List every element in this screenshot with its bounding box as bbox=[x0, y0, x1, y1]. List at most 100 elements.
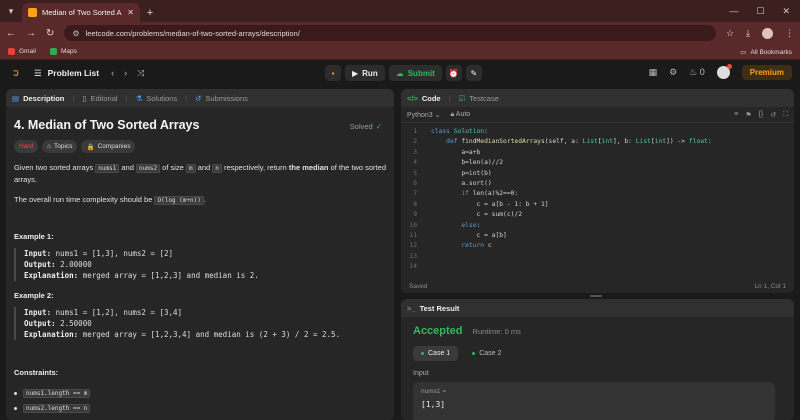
language-select[interactable]: Python3 ⌄ bbox=[407, 111, 441, 119]
pass-dot-icon bbox=[472, 352, 476, 355]
auto-toggle[interactable]: 🔒︎ Auto bbox=[451, 111, 471, 119]
input-label: Input bbox=[413, 370, 429, 377]
problem-list-link[interactable]: ☰ Problem List bbox=[34, 68, 99, 79]
complexity-note: The overall run time complexity should b… bbox=[14, 195, 206, 205]
reset-icon[interactable]: ↺ bbox=[770, 111, 776, 119]
url-text: leetcode.com/problems/median-of-two-sort… bbox=[85, 28, 300, 38]
all-bookmarks-label: All Bookmarks bbox=[750, 48, 792, 56]
problem-list-label: Problem List bbox=[47, 68, 100, 78]
panel-resize-handle[interactable] bbox=[590, 295, 602, 297]
case-tabs: Case 1 Case 2 bbox=[413, 346, 782, 361]
back-icon[interactable]: ← bbox=[6, 28, 16, 39]
code-tabs: </> Code | ☑ Testcase bbox=[401, 89, 794, 107]
shuffle-icon[interactable]: ⤨ bbox=[137, 68, 144, 79]
settings-gear-icon[interactable]: ⚙ bbox=[669, 67, 677, 78]
submit-button[interactable]: ☁ Submit bbox=[388, 65, 442, 81]
saved-status: Saved bbox=[409, 282, 428, 290]
bookmark-icon[interactable]: ⚑ bbox=[745, 111, 751, 119]
list-icon: ☰ bbox=[34, 67, 42, 78]
bookmark-maps[interactable]: Maps bbox=[49, 48, 77, 55]
tab-test-result[interactable]: >_ Test Result bbox=[407, 304, 459, 313]
example-heading: Example 1: bbox=[14, 232, 54, 241]
maps-icon bbox=[49, 48, 57, 55]
layout-icon[interactable]: ▦ bbox=[649, 67, 658, 78]
fire-icon: ♨ bbox=[689, 67, 698, 77]
braces-icon[interactable]: {} bbox=[759, 111, 764, 119]
pass-dot-icon bbox=[421, 352, 424, 355]
tab-testcase[interactable]: ☑ Testcase bbox=[459, 94, 499, 103]
bookmark-gmail[interactable]: Gmail bbox=[8, 48, 36, 55]
address-bar[interactable]: ⚙ leetcode.com/problems/median-of-two-so… bbox=[64, 25, 716, 41]
constraints-section: Constraints: nums1.length == m nums2.len… bbox=[14, 368, 386, 413]
forward-icon[interactable]: → bbox=[26, 28, 36, 39]
terminal-icon: >_ bbox=[407, 303, 416, 313]
tab-search-icon[interactable]: ▾ bbox=[0, 0, 22, 22]
case-2-tab[interactable]: Case 2 bbox=[464, 346, 509, 361]
debug-icon[interactable]: ▪ bbox=[325, 65, 341, 81]
maximize-icon[interactable]: ☐ bbox=[756, 6, 764, 17]
run-button[interactable]: ▶ Run bbox=[345, 65, 385, 81]
notes-icon[interactable]: ✎ bbox=[465, 65, 482, 81]
close-window-icon[interactable]: ✕ bbox=[782, 6, 790, 17]
tab-description[interactable]: ▤ Description bbox=[12, 94, 64, 103]
runtime-text: Runtime: 0 ms bbox=[472, 327, 521, 336]
leetcode-header: ↄ ☰ Problem List ‹ › ⤨ ▪ ▶ Run ☁ Submit … bbox=[0, 60, 800, 86]
tab-editorial[interactable]: ▯ Editorial bbox=[82, 94, 117, 103]
minimize-icon[interactable]: — bbox=[729, 6, 738, 16]
prev-problem-icon[interactable]: ‹ bbox=[111, 68, 114, 79]
profile-avatar[interactable] bbox=[762, 27, 773, 39]
window-controls: — ☐ ✕ bbox=[729, 0, 800, 22]
result-tabs: >_ Test Result bbox=[401, 299, 794, 317]
tab-label: Submissions bbox=[205, 93, 248, 103]
site-info-icon[interactable]: ⚙ bbox=[72, 29, 79, 38]
tab-label: Solutions bbox=[146, 93, 178, 103]
example-1: Example 1: Input: nums1 = [1,3], nums2 =… bbox=[14, 232, 386, 281]
tab-code[interactable]: </> Code bbox=[407, 94, 441, 103]
reload-icon[interactable]: ↻ bbox=[46, 28, 54, 39]
browser-tab[interactable]: Median of Two Sorted Arrays - ✕ bbox=[22, 3, 140, 22]
difficulty-badge: Hard bbox=[14, 140, 39, 153]
tag-icon: ⌂ bbox=[47, 143, 52, 150]
menu-icon[interactable]: ⋮ bbox=[785, 28, 794, 39]
tab-submissions[interactable]: ↺ Submissions bbox=[195, 94, 248, 103]
solved-indicator: Solved ✓ bbox=[350, 122, 382, 131]
code-panel: </> Code | ☑ Testcase Python3 ⌄ 🔒︎ Auto … bbox=[401, 89, 794, 293]
all-bookmarks[interactable]: ▭ All Bookmarks bbox=[740, 44, 792, 60]
leetcode-logo-icon[interactable]: ↄ bbox=[10, 67, 22, 79]
next-problem-icon[interactable]: › bbox=[124, 68, 127, 79]
companies-badge[interactable]: 🔒 Companies bbox=[81, 140, 136, 153]
editor-status-bar: Saved Ln 1, Col 1 bbox=[401, 279, 794, 293]
streak-count: 0 bbox=[699, 67, 705, 77]
browser-tab-title: Median of Two Sorted Arrays - bbox=[42, 8, 122, 17]
fullscreen-icon[interactable]: ⛶ bbox=[783, 111, 788, 119]
tab-label: Description bbox=[23, 93, 65, 103]
constraint-item: nums2.length == n bbox=[14, 404, 386, 413]
description-tabs: ▤ Description | ▯ Editorial | ⚗ Solution… bbox=[6, 89, 394, 107]
timer-icon[interactable]: ⏰ bbox=[445, 65, 462, 81]
tab-label: Testcase bbox=[469, 93, 499, 103]
topics-badge[interactable]: ⌂ Topics bbox=[42, 140, 78, 153]
code-editor[interactable]: 1 class Solution: 2 def findMedianSortedA… bbox=[401, 123, 794, 272]
streak-counter[interactable]: ♨ 0 bbox=[689, 67, 705, 78]
tab-label: Code bbox=[421, 93, 441, 103]
play-icon: ▶ bbox=[352, 68, 359, 78]
badge-label: Companies bbox=[97, 143, 131, 150]
code-brackets-icon: </> bbox=[407, 93, 418, 103]
document-icon: ▤ bbox=[12, 93, 20, 103]
tab-solutions[interactable]: ⚗ Solutions bbox=[136, 94, 178, 103]
format-icon[interactable]: ≡ bbox=[734, 111, 738, 119]
test-result-panel: >_ Test Result Accepted Runtime: 0 ms Ca… bbox=[401, 299, 794, 420]
problem-statement: Given two sorted arrays nums1 and nums2 … bbox=[14, 163, 386, 184]
user-avatar[interactable] bbox=[716, 64, 732, 79]
new-tab-icon[interactable]: + bbox=[140, 3, 160, 22]
constraints-heading: Constraints: bbox=[14, 368, 59, 377]
bookmark-star-icon[interactable]: ☆ bbox=[726, 28, 734, 39]
download-icon[interactable]: ⤓ bbox=[746, 28, 750, 39]
lock-icon: 🔒︎ bbox=[450, 110, 455, 118]
tab-label: Editorial bbox=[90, 93, 118, 103]
premium-button[interactable]: Premium bbox=[741, 65, 792, 80]
problem-title: 4. Median of Two Sorted Arrays bbox=[14, 118, 200, 132]
example-heading: Example 2: bbox=[14, 291, 54, 300]
case-1-tab[interactable]: Case 1 bbox=[413, 346, 459, 361]
close-tab-icon[interactable]: ✕ bbox=[127, 8, 134, 17]
